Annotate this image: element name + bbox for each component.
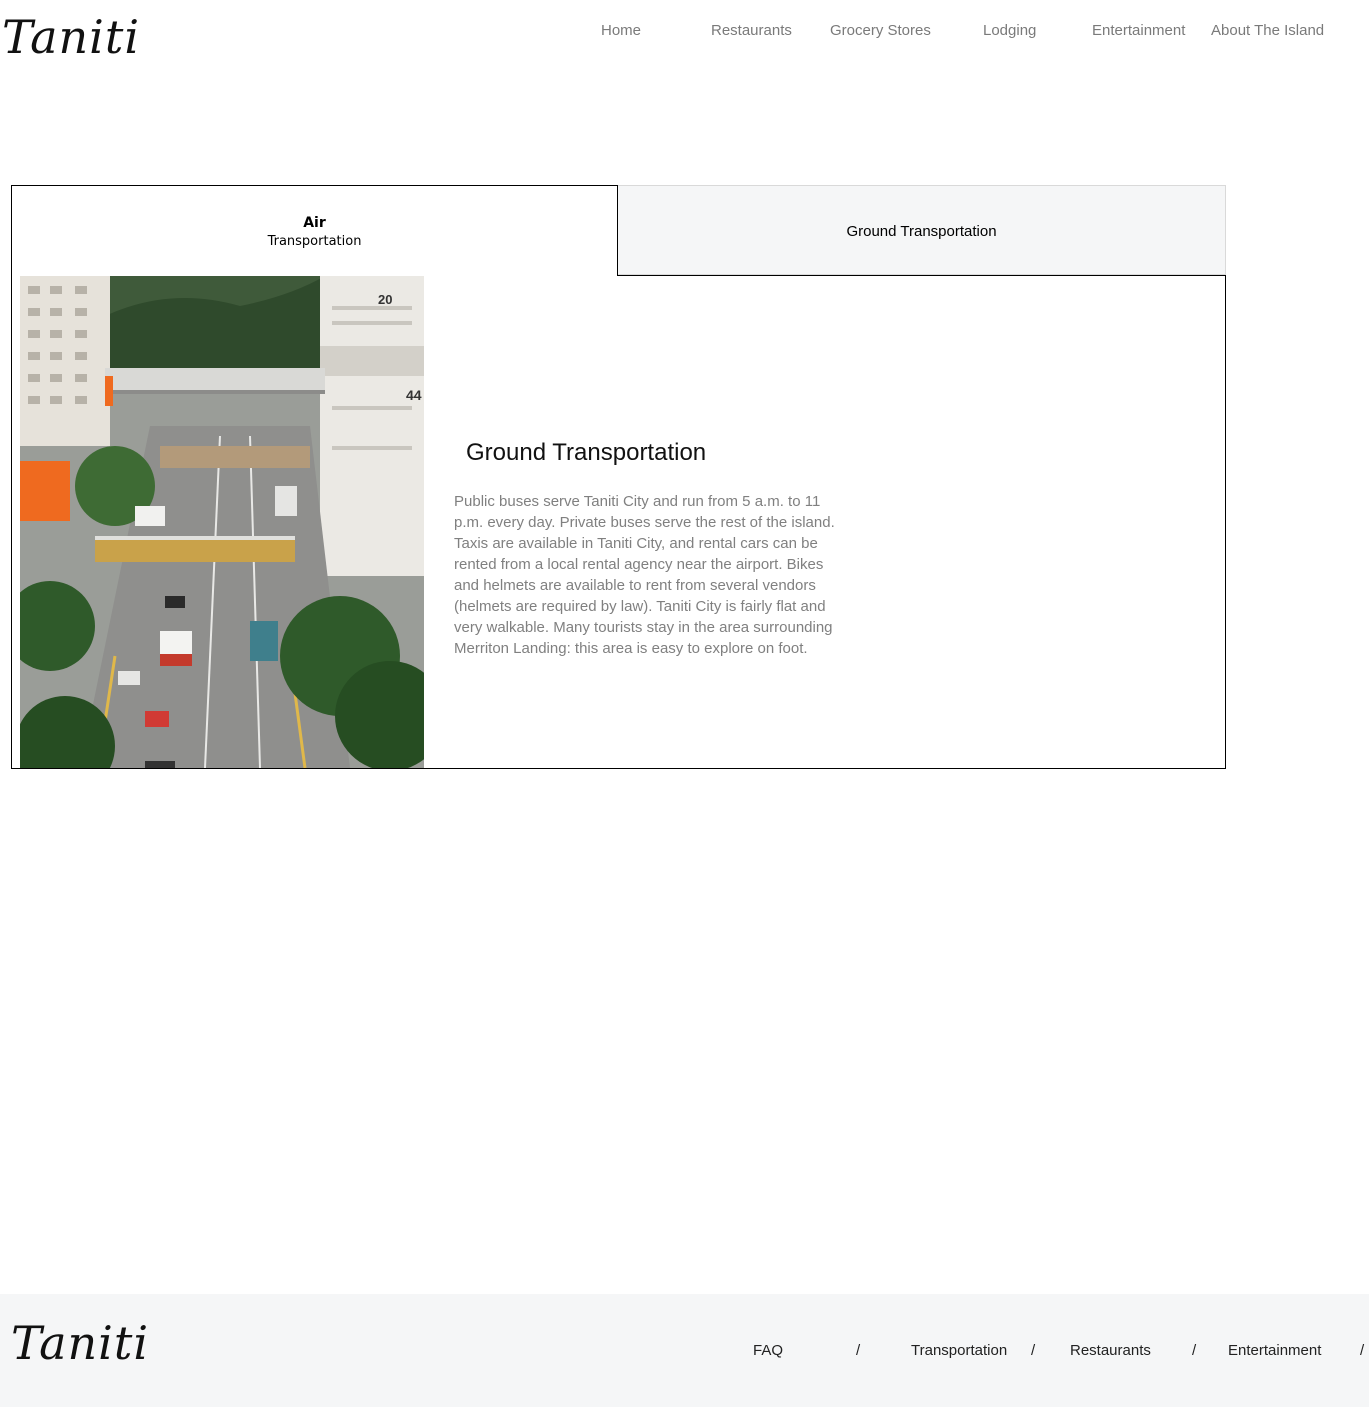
tab-air-title: Air [303, 215, 326, 231]
footer-link-entertainment[interactable]: Entertainment [1228, 1342, 1321, 1359]
panel-divider [617, 275, 1226, 276]
brand-logo[interactable]: Taniti [2, 10, 140, 64]
nav-grocery-stores[interactable]: Grocery Stores [830, 22, 931, 39]
footer-separator: / [1192, 1342, 1197, 1359]
footer-link-restaurants[interactable]: Restaurants [1070, 1342, 1151, 1359]
nav-lodging[interactable]: Lodging [983, 22, 1036, 39]
photo-sign-44: 44 [406, 387, 422, 403]
photo-sign-20: 20 [378, 292, 392, 307]
footer: Taniti FAQ / Transportation / Restaurant… [0, 1294, 1369, 1407]
tab-ground-transportation[interactable]: Ground Transportation [617, 185, 1226, 275]
footer-link-faq[interactable]: FAQ [753, 1342, 783, 1359]
footer-separator: / [856, 1342, 861, 1359]
footer-logo[interactable]: Taniti [11, 1316, 149, 1370]
footer-link-transportation[interactable]: Transportation [911, 1342, 1007, 1359]
nav-restaurants[interactable]: Restaurants [711, 22, 792, 39]
footer-separator: / [1031, 1342, 1036, 1359]
section-title: Ground Transportation [466, 439, 707, 466]
nav-about-the-island[interactable]: About The Island [1211, 22, 1324, 39]
nav-entertainment[interactable]: Entertainment [1092, 22, 1185, 39]
city-street-photo: 20 44 [20, 276, 424, 768]
tab-air-transportation[interactable]: Air Transportation [11, 185, 618, 276]
section-body: Public buses serve Taniti City and run f… [454, 493, 835, 657]
tab-air-subtitle: Transportation [267, 234, 362, 249]
nav-home[interactable]: Home [601, 22, 641, 39]
tab-ground-label: Ground Transportation [846, 223, 997, 240]
footer-separator: / [1360, 1342, 1365, 1359]
